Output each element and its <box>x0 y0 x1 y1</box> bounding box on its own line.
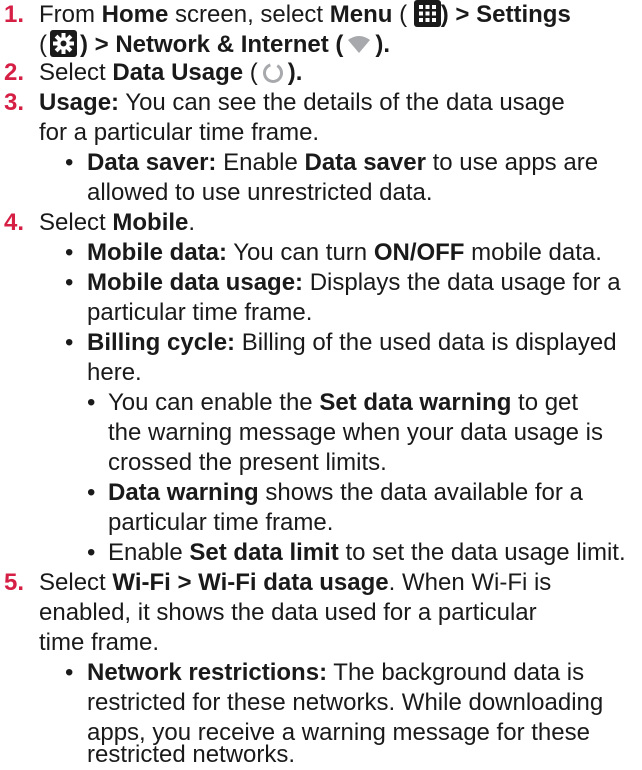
bullet-network-restrictions-line-4: restricted networks. <box>87 741 296 768</box>
text: Select <box>39 209 113 236</box>
step-number-3: 3. <box>4 89 25 116</box>
on-off-label: ON/OFF <box>373 239 465 266</box>
wifi-icon <box>347 32 371 62</box>
gear-icon <box>50 30 77 57</box>
bullet-mobile-data-usage-line-1: Mobile data usage: Displays the data usa… <box>87 268 621 298</box>
step-5-line-1: Select Wi-Fi > Wi-Fi data usage. When Wi… <box>39 568 551 598</box>
bullet-dot: • <box>65 269 74 296</box>
grid-menu-icon <box>413 0 441 27</box>
subbullet-set-data-warning-line-1: You can enable the Set data warning to g… <box>108 388 578 418</box>
set-data-warning-label: Set data warning <box>319 389 512 416</box>
instructions-page: 1. From Home screen, select Menu ( ) > S… <box>0 0 642 768</box>
step-5-line-3: time frame. <box>39 629 160 656</box>
step-number-2: 2. <box>4 59 25 86</box>
bullet-dot: • <box>87 539 96 566</box>
usage-label: Usage: <box>39 89 120 116</box>
bullet-dot: • <box>87 479 96 506</box>
text: to use apps are <box>425 149 599 176</box>
bullet-mobile-data-usage-line-2: particular time frame. <box>87 299 313 326</box>
text: to set the data usage limit. <box>338 539 626 566</box>
step-number-4: 4. <box>4 209 25 236</box>
text: Displays the data usage for a <box>303 269 621 296</box>
text: ( <box>39 31 47 58</box>
text: From <box>39 1 102 28</box>
data-saver-label: Data saver <box>304 149 426 176</box>
bullet-network-restrictions-line-1: Network restrictions: The background dat… <box>87 658 584 688</box>
bullet-dot: • <box>65 239 74 266</box>
settings-label: ) > Settings <box>440 1 571 28</box>
data-warning-label: Data warning <box>108 479 259 506</box>
data-saver-label: Data saver: <box>87 149 217 176</box>
bullet-billing-cycle-line-1: Billing cycle: Billing of the used data … <box>87 328 617 358</box>
mobile-label: Mobile <box>112 209 189 236</box>
text: Enable <box>216 149 305 176</box>
text: ( <box>392 1 414 28</box>
billing-cycle-label: Billing cycle: <box>87 329 236 356</box>
text: Select <box>39 59 113 86</box>
text: screen, select <box>168 1 330 28</box>
text: ). <box>287 59 303 86</box>
mobile-data-label: Mobile data: <box>87 239 228 266</box>
text: The background data is <box>327 659 585 686</box>
home-label: Home <box>101 1 169 28</box>
text: ( <box>243 59 258 86</box>
bullet-dot: • <box>65 329 74 356</box>
network-internet-label: ) > Network & Internet ( <box>80 31 344 58</box>
subbullet-data-warning-line-2: particular time frame. <box>108 509 334 536</box>
text: Billing of the used data is displayed <box>235 329 617 356</box>
step-number-5: 5. <box>4 569 25 596</box>
text: to get <box>511 389 579 416</box>
data-usage-label: Data Usage <box>112 59 244 86</box>
menu-label: Menu <box>329 1 393 28</box>
subbullet-data-warning-line-1: Data warning shows the data available fo… <box>108 478 583 508</box>
bullet-mobile-data: Mobile data: You can turn ON/OFF mobile … <box>87 238 602 268</box>
bullet-data-saver-line-2: allowed to use unrestricted data. <box>87 179 433 206</box>
mobile-data-usage-label: Mobile data usage: <box>87 269 304 296</box>
step-2-line-1: Select Data Usage (). <box>39 58 302 92</box>
bullet-network-restrictions-line-2: restricted for these networks. While dow… <box>87 689 604 716</box>
bullet-data-saver-line-1: Data saver: Enable Data saver to use app… <box>87 148 598 178</box>
text: Select <box>39 569 113 596</box>
text: Enable <box>108 539 190 566</box>
bullet-dot: • <box>87 389 96 416</box>
subbullet-set-data-limit: Enable Set data limit to set the data us… <box>108 538 626 568</box>
network-restrictions-label: Network restrictions: <box>87 659 328 686</box>
text: You can enable the <box>108 389 320 416</box>
set-data-limit-label: Set data limit <box>189 539 339 566</box>
step-5-line-2: enabled, it shows the data used for a pa… <box>39 599 537 626</box>
text: . When Wi-Fi is <box>388 569 552 596</box>
text: ). <box>375 31 391 58</box>
text: shows the data available for a <box>258 479 583 506</box>
wifi-data-usage-label: Wi-Fi > Wi-Fi data usage <box>112 569 389 596</box>
step-4-line-1: Select Mobile. <box>39 208 195 238</box>
bullet-dot: • <box>65 149 74 176</box>
step-number-1: 1. <box>4 1 25 28</box>
text: . <box>188 209 196 236</box>
step-3-line-2: for a particular time frame. <box>39 119 320 146</box>
text: You can turn <box>227 239 374 266</box>
step-1-line-1: From Home screen, select Menu ( ) > Sett… <box>39 0 571 30</box>
step-3-line-1: Usage: You can see the details of the da… <box>39 88 565 118</box>
subbullet-set-data-warning-line-3: crossed the present limits. <box>108 449 387 476</box>
text: You can see the details of the data usag… <box>119 89 565 116</box>
bullet-dot: • <box>65 659 74 686</box>
subbullet-set-data-warning-line-2: the warning message when your data usage… <box>108 419 603 446</box>
bullet-billing-cycle-line-2: here. <box>87 359 142 386</box>
text: mobile data. <box>464 239 602 266</box>
